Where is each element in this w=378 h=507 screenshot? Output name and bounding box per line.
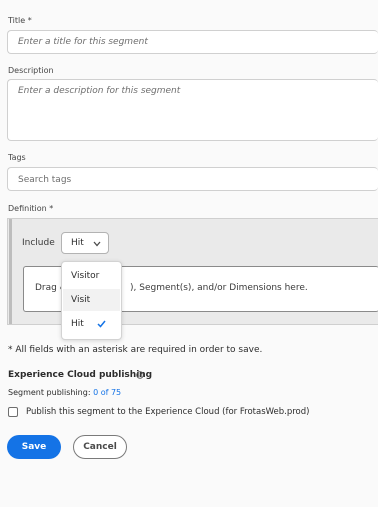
ec-publishing-heading: Experience Cloud publishing: [8, 370, 153, 380]
cancel-button[interactable]: Cancel: [73, 435, 127, 459]
menu-option-hit-label: Hit: [71, 319, 84, 329]
tags-placeholder: Search tags: [18, 175, 72, 185]
description-label: Description: [8, 66, 54, 75]
segment-publishing-count: Segment publishing: 0 of 75: [8, 388, 122, 397]
definition-label: Definition *: [8, 204, 54, 213]
info-icon[interactable]: [136, 371, 144, 379]
tags-search-input[interactable]: Search tags: [7, 167, 378, 191]
publish-checkbox[interactable]: [8, 407, 18, 417]
dropzone-text-suffix: ), Segment(s), and/or Dimensions here.: [130, 283, 308, 293]
title-input[interactable]: Enter a title for this segment: [7, 30, 378, 54]
description-placeholder: Enter a description for this segment: [18, 86, 181, 96]
save-button[interactable]: Save: [7, 435, 61, 459]
menu-option-visit[interactable]: Visit: [63, 289, 120, 311]
description-textarea[interactable]: Enter a description for this segment: [7, 79, 378, 141]
include-label: Include: [22, 238, 55, 248]
menu-option-visitor[interactable]: Visitor: [63, 265, 120, 287]
publish-checkbox-label[interactable]: Publish this segment to the Experience C…: [26, 407, 309, 417]
scope-selected-value: Hit: [71, 238, 84, 248]
menu-option-hit[interactable]: Hit: [63, 313, 120, 335]
definition-left-bar: [9, 219, 12, 324]
scope-dropdown-menu: Visitor Visit Hit: [61, 261, 122, 340]
tags-label: Tags: [8, 153, 26, 162]
title-placeholder: Enter a title for this segment: [18, 37, 148, 47]
checkmark-icon: [97, 320, 106, 328]
scope-dropdown-button[interactable]: Hit: [61, 232, 109, 254]
title-label: Title *: [8, 16, 32, 25]
segment-publishing-value: 0 of 75: [93, 388, 122, 397]
required-note: * All fields with an asterisk are requir…: [8, 345, 263, 355]
chevron-down-icon: [93, 241, 101, 247]
